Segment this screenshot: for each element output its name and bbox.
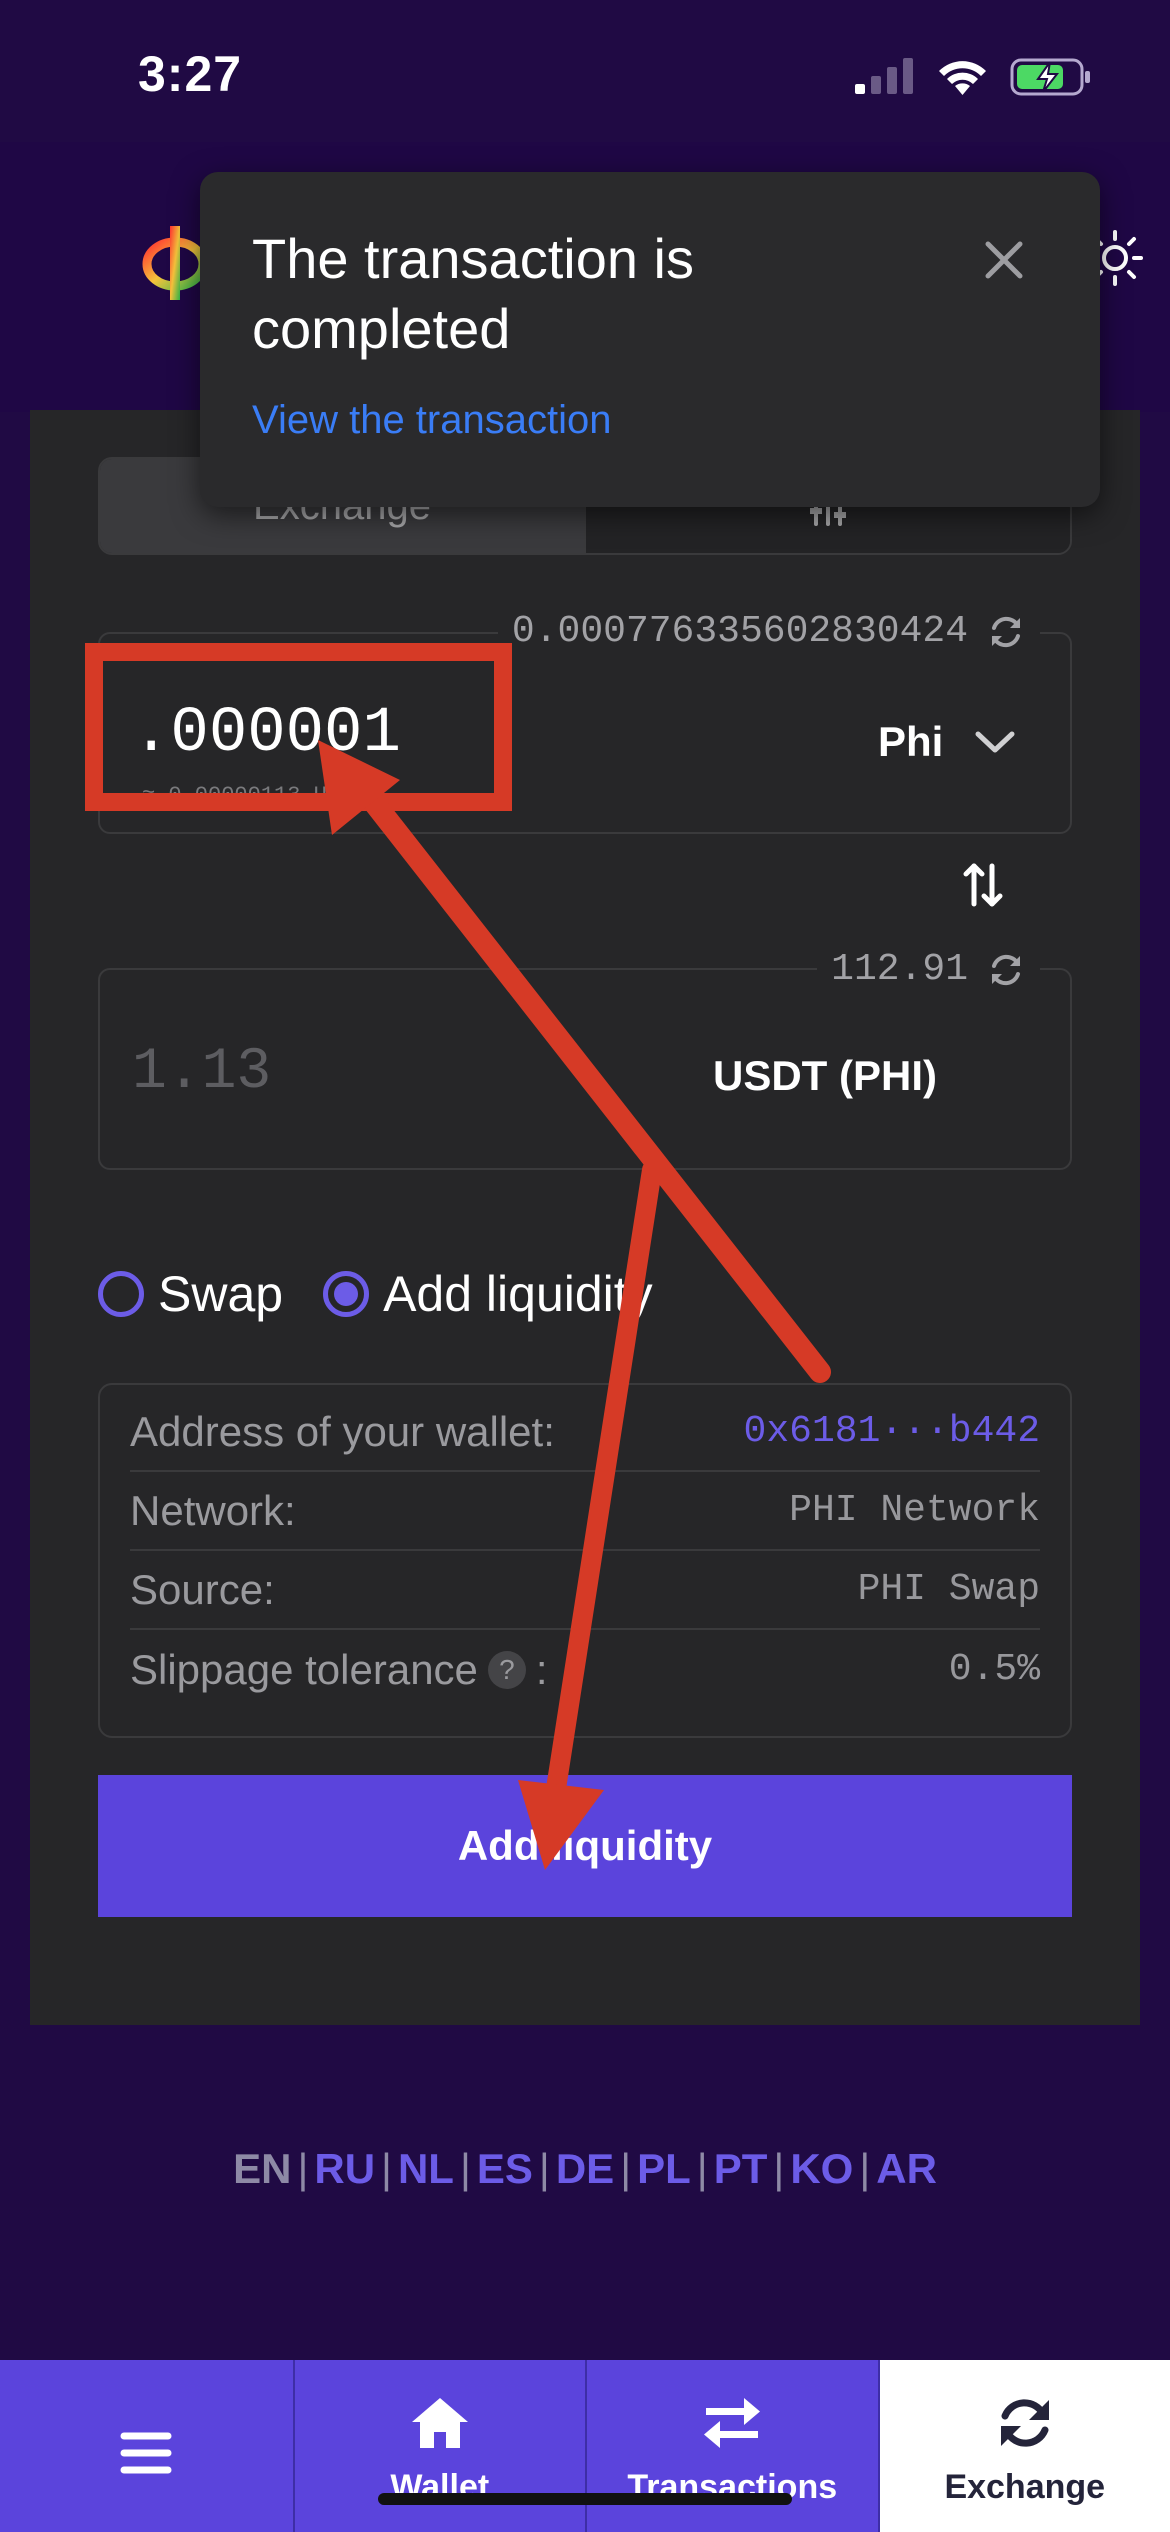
slippage-value: 0.5% bbox=[948, 1648, 1040, 1691]
slippage-label: Slippage tolerance bbox=[130, 1645, 478, 1693]
lang-pl[interactable]: PL bbox=[637, 2145, 691, 2192]
swap-label: Swap bbox=[158, 1266, 284, 1322]
exchange-refresh-icon bbox=[1000, 2399, 1049, 2447]
source-value: PHI Swap bbox=[857, 1568, 1040, 1611]
to-amount-input[interactable]: 1.13 bbox=[132, 1040, 271, 1105]
detail-row-network: Network: PHI Network bbox=[130, 1472, 1040, 1551]
from-token-select[interactable]: Phi bbox=[878, 718, 943, 766]
lang-ko[interactable]: KO bbox=[790, 2145, 853, 2192]
add-liquidity-option[interactable]: Add liquidity bbox=[323, 1265, 653, 1323]
refresh-icon[interactable] bbox=[986, 950, 1026, 990]
wallet-address[interactable]: 0x6181···b442 bbox=[744, 1410, 1040, 1453]
lang-de[interactable]: DE bbox=[556, 2145, 614, 2192]
detail-row-source: Source: PHI Swap bbox=[130, 1551, 1040, 1630]
help-icon[interactable]: ? bbox=[487, 1650, 526, 1689]
toast-title: The transaction is completed bbox=[252, 227, 694, 360]
network-label: Network: bbox=[130, 1486, 296, 1534]
transfer-arrows-icon bbox=[704, 2398, 761, 2448]
from-amount-usd: ≈ 0.00000113 USD bbox=[142, 783, 354, 808]
transaction-toast: The transaction is completed View the tr… bbox=[200, 172, 1100, 507]
detail-row-wallet: Address of your wallet: 0x6181···b442 bbox=[130, 1393, 1040, 1472]
to-balance: 112.91 bbox=[817, 948, 1040, 991]
refresh-icon[interactable] bbox=[986, 612, 1026, 652]
to-balance-value: 112.91 bbox=[831, 948, 968, 991]
wifi-icon bbox=[939, 61, 986, 95]
chevron-down-icon[interactable] bbox=[972, 722, 1018, 762]
lang-pt[interactable]: PT bbox=[714, 2145, 768, 2192]
language-switcher: EN | RU | NL | ES | DE | PL | PT | KO | AR bbox=[233, 2145, 937, 2192]
from-amount-input[interactable]: .000001 bbox=[132, 698, 401, 770]
home-indicator bbox=[378, 2493, 792, 2505]
add-liquidity-radio[interactable] bbox=[323, 1271, 370, 1317]
nav-transactions[interactable]: Transactions bbox=[585, 2360, 878, 2532]
mode-radio-group: Swap Add liquidity bbox=[98, 1265, 693, 1323]
nav-wallet[interactable]: Wallet bbox=[292, 2360, 585, 2532]
detail-row-slippage: Slippage tolerance ? : 0.5% bbox=[130, 1630, 1040, 1709]
lang-es[interactable]: ES bbox=[477, 2145, 533, 2192]
add-liquidity-button[interactable]: Add liquidity bbox=[98, 1775, 1072, 1917]
lang-ru[interactable]: RU bbox=[314, 2145, 375, 2192]
slippage-colon: : bbox=[535, 1645, 548, 1693]
transaction-details: Address of your wallet: 0x6181···b442 Ne… bbox=[98, 1383, 1072, 1738]
swap-radio[interactable] bbox=[98, 1271, 144, 1317]
source-label: Source: bbox=[130, 1565, 275, 1613]
from-balance-value: 0.000776335602830424 bbox=[511, 610, 968, 653]
wallet-label: Address of your wallet: bbox=[130, 1407, 555, 1455]
to-token-label: USDT (PHI) bbox=[713, 1052, 937, 1099]
close-icon[interactable] bbox=[980, 236, 1028, 284]
slippage-label-group: Slippage tolerance ? : bbox=[130, 1646, 548, 1694]
home-icon bbox=[411, 2398, 468, 2448]
status-time: 3:27 bbox=[138, 46, 243, 102]
nav-exchange[interactable]: Exchange bbox=[877, 2360, 1170, 2532]
battery-charging-icon bbox=[1010, 58, 1090, 96]
lang-en[interactable]: EN bbox=[233, 2145, 291, 2192]
nav-menu[interactable] bbox=[0, 2360, 293, 2532]
swap-option[interactable]: Swap bbox=[98, 1265, 283, 1323]
bottom-nav: Wallet Transactions Exchange bbox=[0, 2360, 1170, 2532]
lang-ar[interactable]: AR bbox=[876, 2145, 937, 2192]
cellular-signal-icon bbox=[855, 58, 913, 94]
view-transaction-link[interactable]: View the transaction bbox=[252, 398, 611, 443]
lang-nl[interactable]: NL bbox=[398, 2145, 454, 2192]
menu-icon bbox=[120, 2432, 172, 2474]
swap-direction-icon[interactable] bbox=[958, 860, 1008, 910]
add-liquidity-label: Add liquidity bbox=[383, 1266, 653, 1322]
from-balance: 0.000776335602830424 bbox=[497, 610, 1040, 653]
nav-exchange-label: Exchange bbox=[944, 2468, 1106, 2506]
network-value: PHI Network bbox=[789, 1489, 1040, 1532]
